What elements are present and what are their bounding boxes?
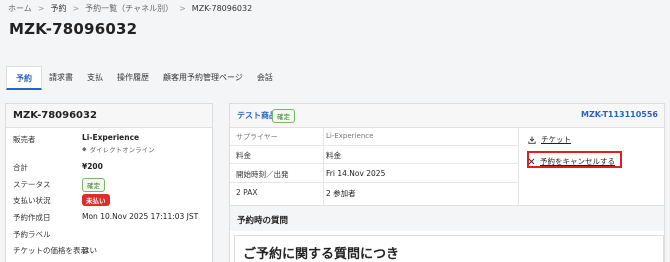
product-name-link[interactable]: テスト商品 (237, 110, 277, 121)
column-divider (323, 128, 324, 205)
cancel-link-text: 予約をキャンセルする (540, 157, 615, 166)
payment-label: 支払い状況 (13, 196, 51, 205)
product-card: テスト商品 確定 MZK-T113110556 サプライヤー Li-Experi… (229, 103, 665, 262)
ticket-price-label: チケットの価格を表示 (13, 246, 88, 255)
created-value: Mon 10.Nov 2025 17:11:03 JST (82, 212, 199, 221)
total-value: ¥200 (82, 162, 103, 171)
location-pin-icon: ⬥ (82, 144, 87, 153)
questions-box-title: ご予約に関する質問につき (243, 247, 400, 262)
detail-key: 2 PAX (236, 188, 258, 197)
tab-reservation[interactable]: 予約 (6, 66, 42, 90)
questions-box: ご予約に関する質問につき (234, 235, 664, 262)
download-icon (528, 136, 536, 144)
tab-customer-page[interactable]: 顧客用予約管理ページ (156, 66, 250, 90)
ticket-link-text: チケット (541, 135, 571, 144)
detail-row: 料金 料金 (230, 146, 518, 164)
seller-name: Li-Experience (82, 133, 140, 142)
ticket-download-link[interactable]: チケット (528, 134, 571, 145)
cancel-booking-link[interactable]: 予約をキャンセルする (528, 156, 615, 167)
detail-key: サプライヤー (236, 133, 278, 141)
detail-key: 開始時刻／出発 (236, 170, 289, 179)
created-label: 予約作成日 (13, 213, 51, 222)
tab-payment[interactable]: 支払 (80, 66, 110, 90)
breadcrumb: ホーム > 予約 > 予約一覧（チャネル別） > MZK-78096032 (8, 3, 252, 14)
page-title: MZK-78096032 (9, 20, 138, 38)
breadcrumb-home[interactable]: ホーム (8, 3, 32, 14)
detail-value: 料金 (326, 151, 341, 160)
breadcrumb-separator: > (72, 4, 80, 13)
tab-bar: 予約 請求書 支払 操作履歴 顧客用予約管理ページ 会話 (6, 66, 280, 90)
breadcrumb-separator: > (37, 4, 45, 13)
detail-value: Fri 14.Nov 2025 (326, 169, 386, 178)
tab-invoice[interactable]: 請求書 (42, 66, 80, 90)
status-label: ステータス (13, 180, 51, 189)
detail-key: 料金 (236, 151, 251, 160)
seller-label: 販売者 (13, 135, 36, 144)
product-status-badge: 確定 (272, 109, 295, 123)
status-badge: 確定 (82, 178, 105, 192)
detail-value: Li-Experience (326, 132, 374, 140)
product-card-header: テスト商品 確定 MZK-T113110556 (230, 104, 664, 128)
summary-card-title: MZK-78096032 (6, 104, 212, 128)
detail-row: 開始時刻／出発 Fri 14.Nov 2025 (230, 165, 518, 183)
breadcrumb-list[interactable]: 予約一覧（チャネル別） (85, 3, 173, 14)
tab-history[interactable]: 操作履歴 (110, 66, 156, 90)
breadcrumb-separator: > (179, 4, 186, 13)
questions-section-header: 予約時の質問 (230, 205, 664, 231)
reservation-label-label: 予約ラベル (13, 230, 51, 239)
seller-channel-text: ダイレクトオンライン (89, 146, 155, 154)
ticket-price-value: はい (82, 246, 97, 255)
booking-summary-card: MZK-78096032 販売者 Li-Experience ⬥ ダイレクトオン… (5, 103, 213, 262)
breadcrumb-reservations[interactable]: 予約 (50, 3, 66, 14)
payment-value-wrap: 未払い (82, 194, 110, 206)
payment-status-badge: 未払い (82, 194, 110, 206)
close-icon (528, 158, 535, 165)
detail-row: サプライヤー Li-Experience (230, 128, 518, 146)
product-code-link[interactable]: MZK-T113110556 (581, 110, 658, 119)
detail-value: 2 参加者 (326, 189, 356, 198)
breadcrumb-current: MZK-78096032 (191, 4, 253, 13)
seller-channel: ⬥ ダイレクトオンライン (82, 144, 155, 155)
tab-conversation[interactable]: 会話 (250, 66, 280, 90)
actions-panel: チケット 予約をキャンセルする (518, 128, 665, 205)
detail-row: 2 PAX 2 参加者 (230, 184, 518, 202)
total-label: 合計 (13, 163, 28, 172)
status-value-wrap: 確定 (82, 178, 105, 192)
questions-heading: 予約時の質問 (237, 216, 289, 226)
